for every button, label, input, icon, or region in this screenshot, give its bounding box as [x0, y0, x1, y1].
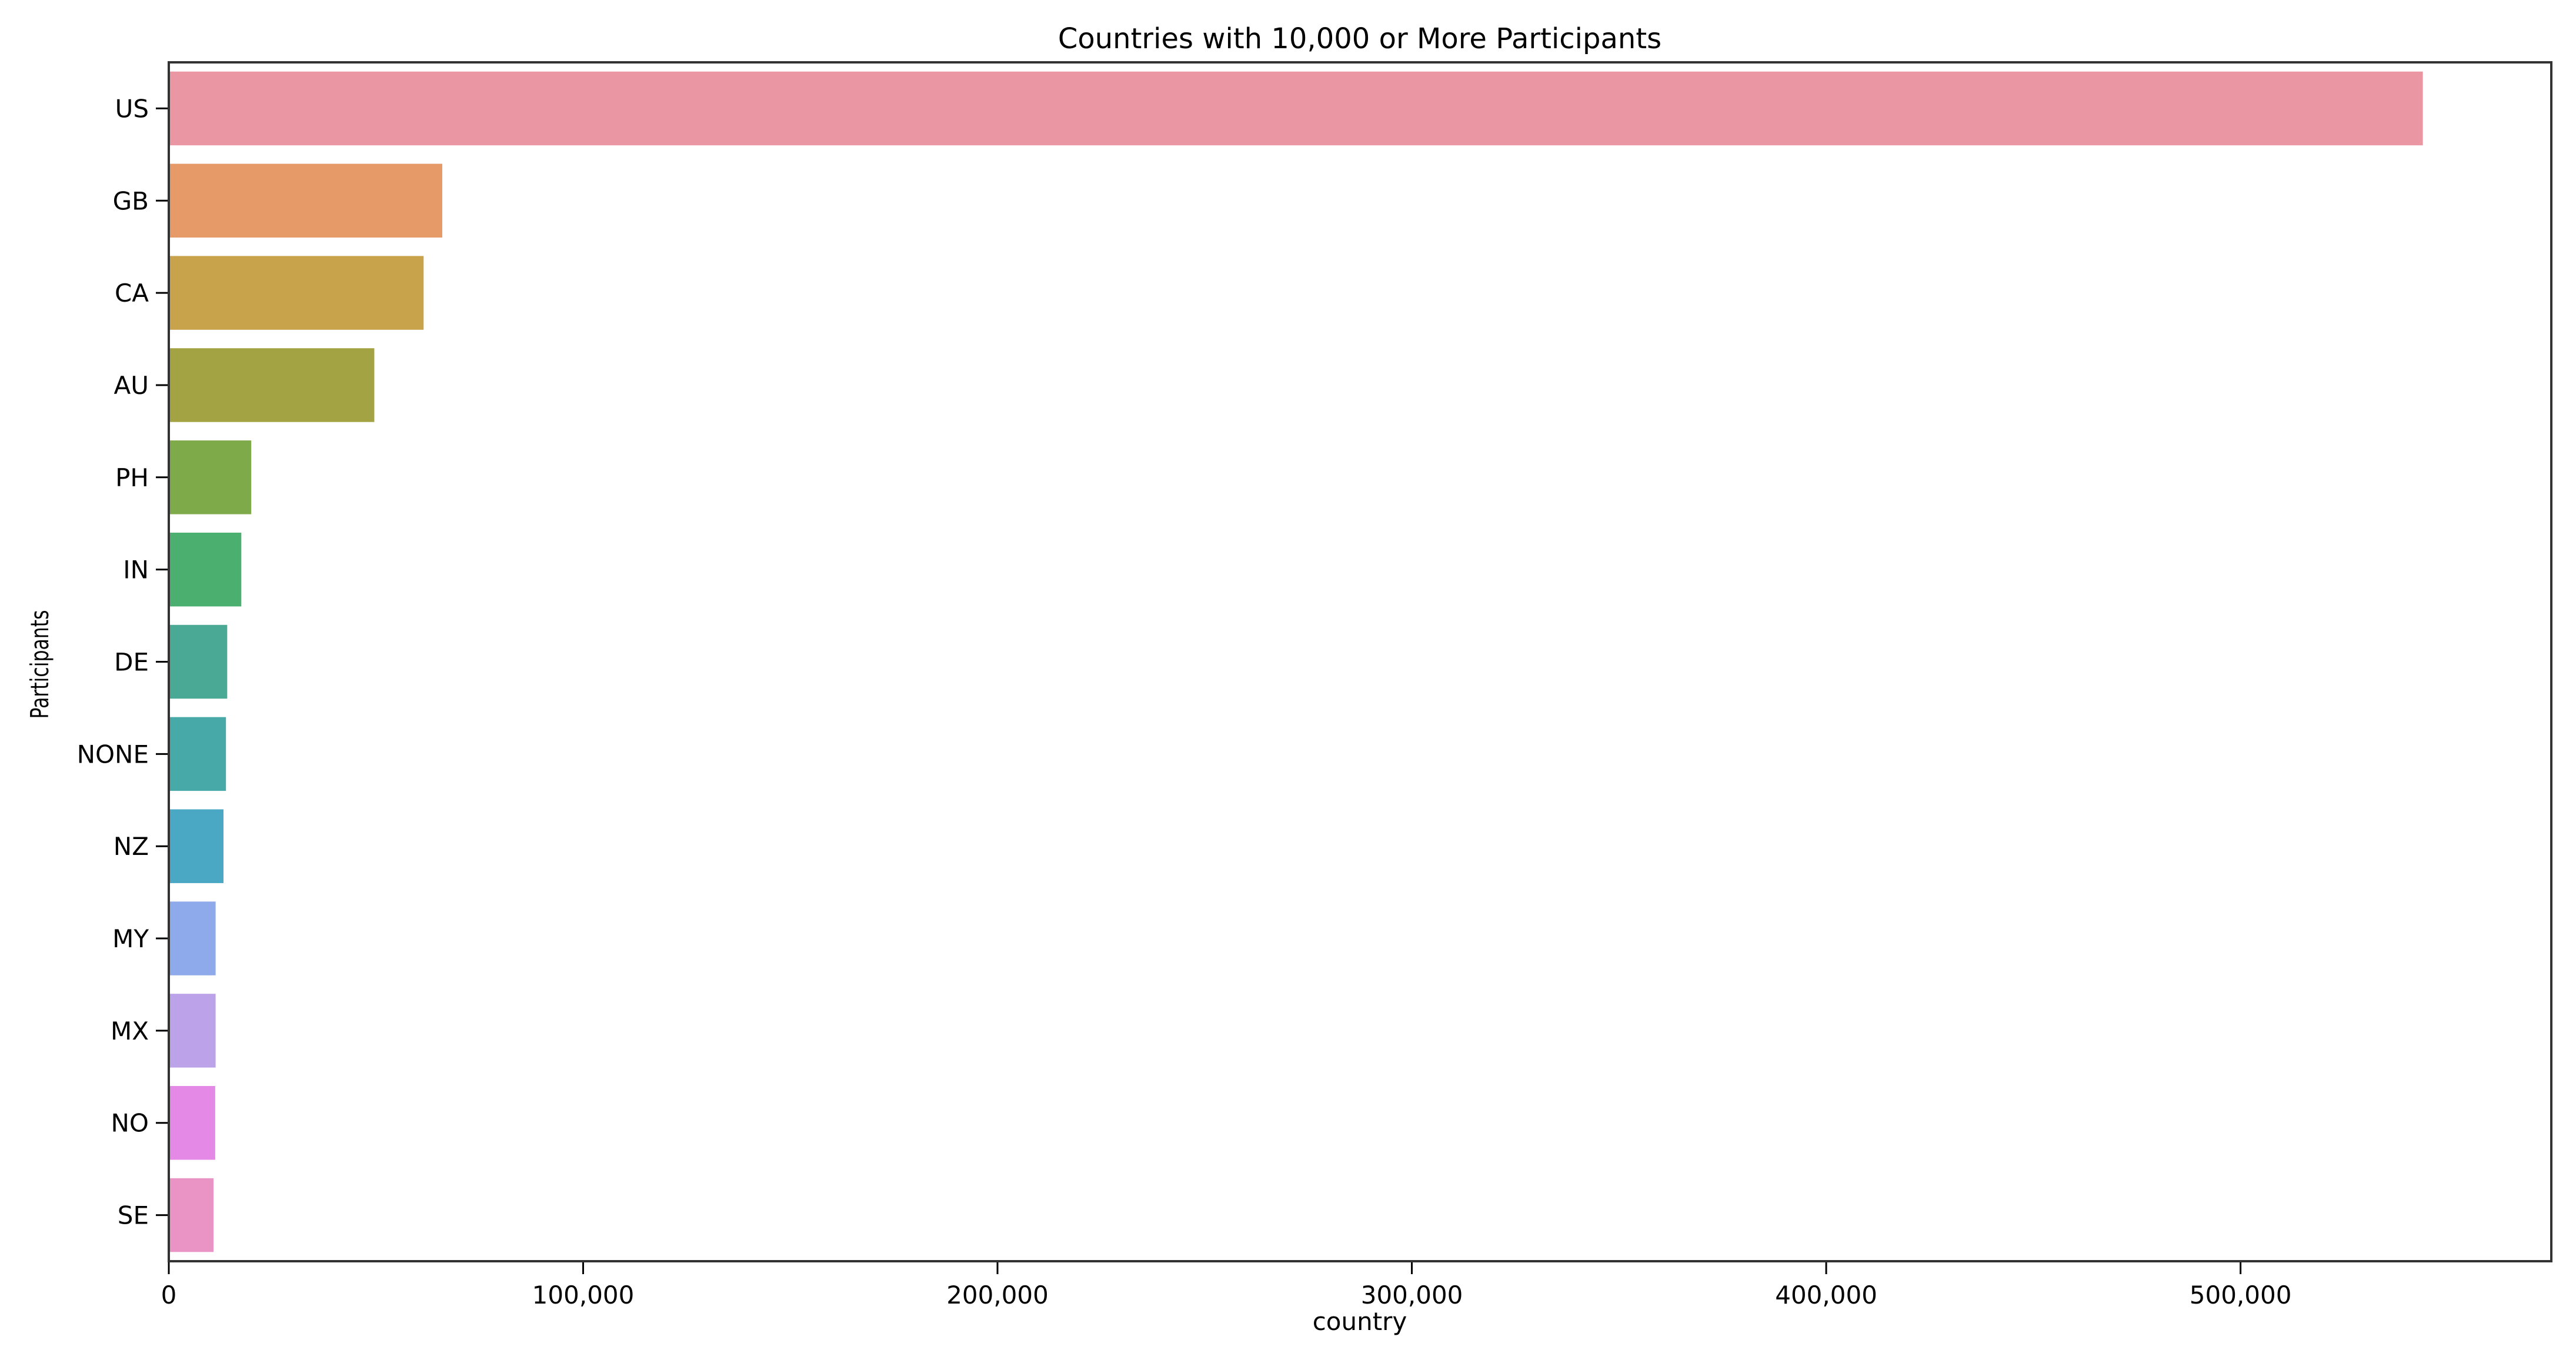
- y-tick-label: NZ: [114, 832, 149, 861]
- bar-us: [169, 71, 2423, 146]
- bar-nz: [169, 809, 223, 883]
- bar-chart: Countries with 10,000 or More Participan…: [26, 22, 2552, 1336]
- y-axis-label: Participants: [26, 610, 55, 719]
- y-tick-label: NO: [111, 1109, 149, 1138]
- bar-gb: [169, 163, 442, 238]
- y-tick-label: DE: [114, 648, 149, 677]
- y-tick-label: NONE: [77, 740, 149, 768]
- y-tick-label: MX: [111, 1017, 149, 1045]
- y-tick-label: IN: [123, 556, 149, 584]
- x-tick-label: 500,000: [2190, 1281, 2292, 1309]
- plot-frame: [168, 61, 2552, 1262]
- x-axis-label: country: [1313, 1307, 1407, 1336]
- bar-mx: [169, 994, 216, 1068]
- x-tick-label: 0: [161, 1281, 177, 1309]
- y-tick-label: AU: [114, 371, 149, 400]
- bar-se: [169, 1178, 214, 1252]
- y-tick-label: CA: [115, 279, 149, 308]
- bar-ph: [169, 440, 252, 514]
- y-tick-label: SE: [118, 1201, 149, 1230]
- bar-none: [169, 717, 226, 791]
- y-tick-label: US: [115, 94, 149, 123]
- x-tick-label: 200,000: [946, 1281, 1049, 1309]
- y-tick-label: GB: [113, 186, 149, 215]
- bar-au: [169, 348, 375, 422]
- bar-my: [169, 901, 216, 975]
- bar-in: [169, 532, 242, 607]
- bar-ca: [169, 256, 424, 330]
- x-tick-label: 100,000: [532, 1281, 635, 1309]
- x-tick-label: 400,000: [1775, 1281, 1877, 1309]
- y-tick-label: PH: [115, 463, 149, 492]
- y-tick-label: MY: [112, 924, 149, 953]
- chart-title: Countries with 10,000 or More Participan…: [1058, 22, 1661, 55]
- x-tick-label: 300,000: [1361, 1281, 1463, 1309]
- bar-no: [169, 1085, 215, 1160]
- bar-de: [169, 624, 228, 699]
